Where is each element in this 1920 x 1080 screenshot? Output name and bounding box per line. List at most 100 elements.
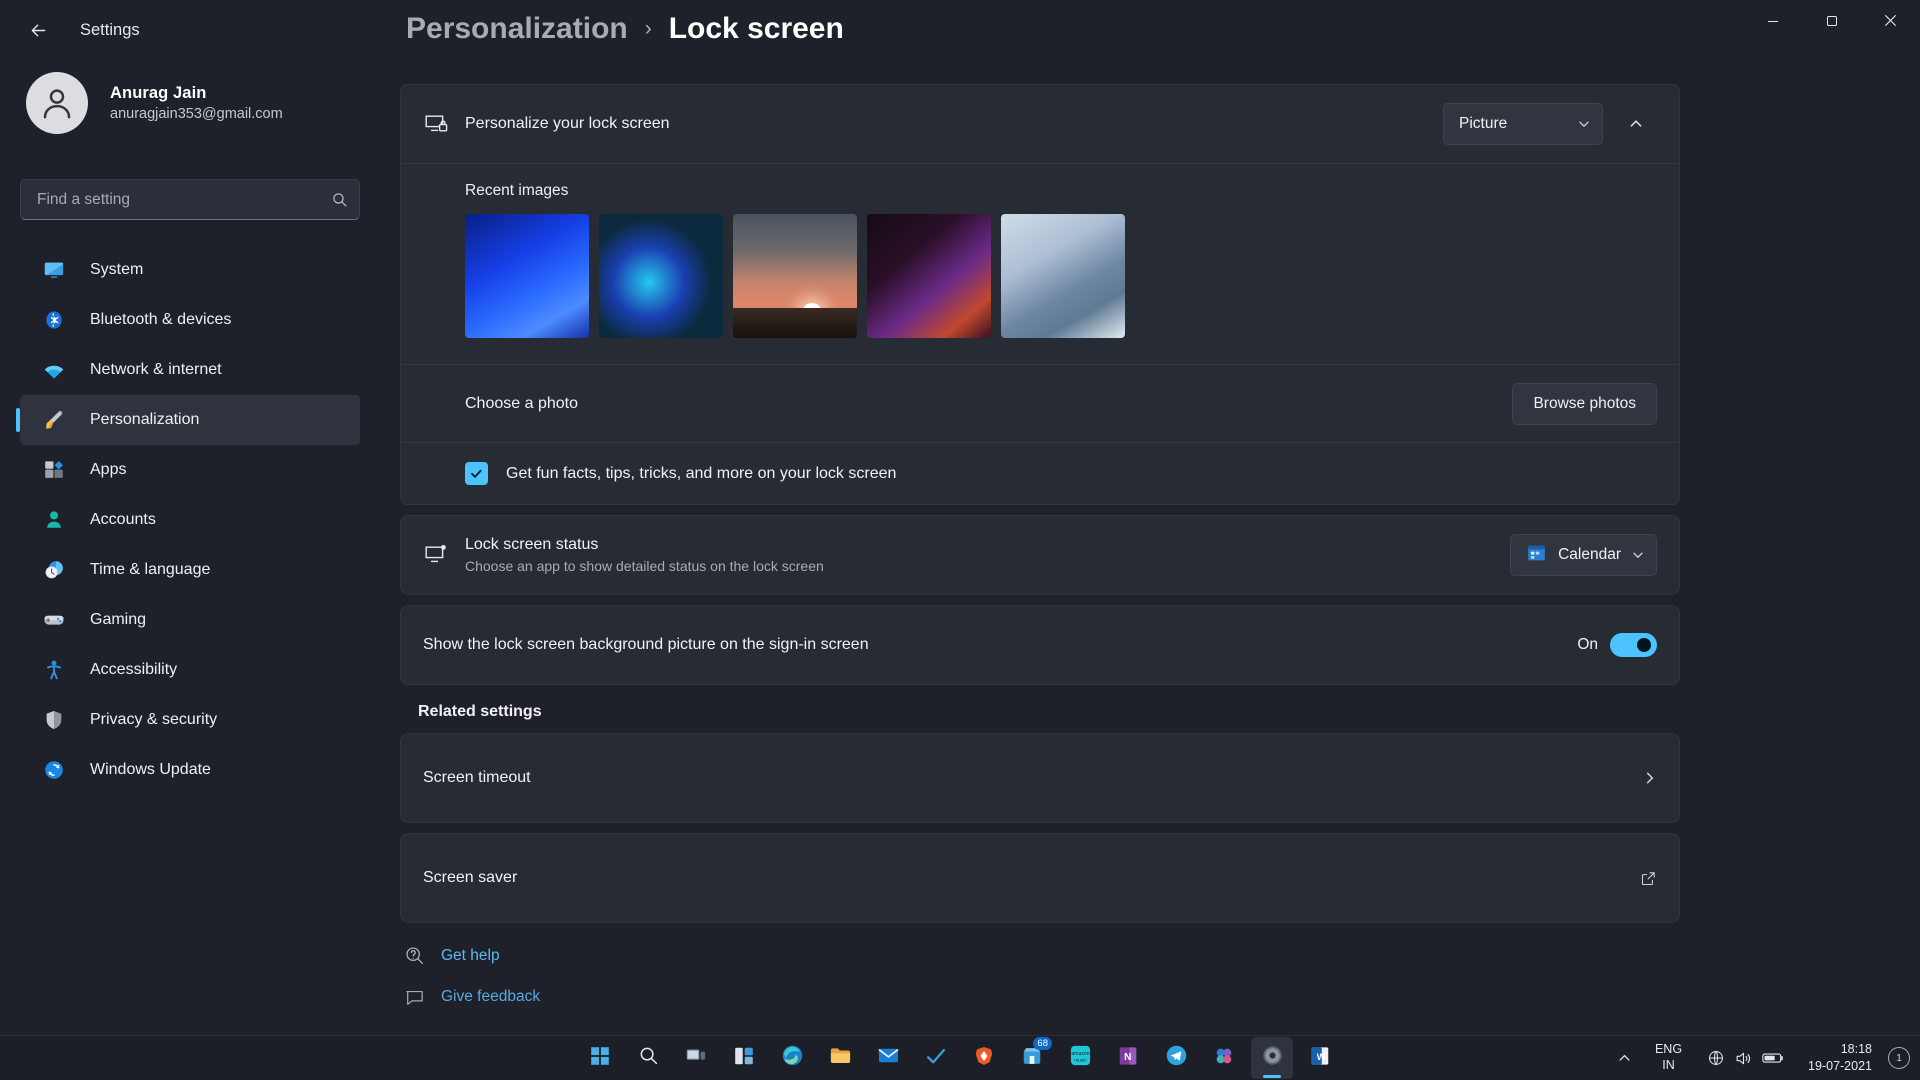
network-globe-icon (1707, 1049, 1725, 1067)
recent-images-label: Recent images (465, 182, 1657, 200)
mail-button[interactable] (867, 1037, 909, 1079)
get-help-link[interactable]: Get help (404, 945, 1680, 966)
recent-image-thumbnail[interactable] (599, 214, 723, 338)
search-icon (319, 191, 359, 208)
lock-screen-type-dropdown[interactable]: Picture (1443, 103, 1603, 145)
window-title: Settings (80, 21, 140, 40)
sidebar-item-label: Time & language (90, 561, 210, 579)
browse-photos-button[interactable]: Browse photos (1512, 383, 1657, 425)
task-view-button[interactable] (675, 1037, 717, 1079)
sidebar-item-label: Accessibility (90, 661, 177, 679)
back-arrow-icon (28, 20, 49, 41)
sidebar-item-apps[interactable]: Apps (20, 445, 360, 495)
tray-expand-button[interactable] (1612, 1043, 1638, 1073)
tray-icons-group[interactable] (1699, 1045, 1792, 1072)
chevron-right-icon (1643, 771, 1657, 785)
clock[interactable]: 18:18 19-07-2021 (1802, 1038, 1878, 1078)
sidebar-item-personalization[interactable]: Personalization (20, 395, 360, 445)
maximize-icon (1826, 15, 1838, 27)
sidebar-item-label: Accounts (90, 511, 156, 529)
window-controls (1743, 0, 1920, 60)
telegram-button[interactable] (1155, 1037, 1197, 1079)
edge-button[interactable] (771, 1037, 813, 1079)
personalize-lock-screen-card: Personalize your lock screen Picture Rec… (400, 84, 1680, 505)
windows-logo-icon (589, 1045, 611, 1072)
lock-status-subtitle: Choose an app to show detailed status on… (465, 558, 1510, 574)
store-button[interactable]: 68 (1011, 1037, 1053, 1079)
davinci-resolve-icon (1213, 1045, 1235, 1072)
amazon-music-button[interactable]: amazonmusic (1059, 1037, 1101, 1079)
search-input[interactable] (21, 191, 319, 209)
back-button[interactable] (16, 13, 60, 47)
shore-band (733, 308, 857, 338)
lock-status-title: Lock screen status (465, 536, 1510, 554)
start-button[interactable] (579, 1037, 621, 1079)
search-icon (638, 1045, 659, 1071)
sidebar-item-label: Gaming (90, 611, 146, 629)
shield-icon (42, 708, 66, 732)
todo-button[interactable] (915, 1037, 957, 1079)
search-button[interactable] (627, 1037, 669, 1079)
close-button[interactable] (1861, 0, 1920, 41)
dropdown-value: Calendar (1558, 546, 1621, 564)
accessibility-person-icon (42, 658, 66, 682)
sidebar-item-accessibility[interactable]: Accessibility (20, 645, 360, 695)
calendar-icon (1526, 542, 1547, 568)
lock-screen-status-card[interactable]: Lock screen status Choose an app to show… (400, 515, 1680, 595)
file-explorer-button[interactable] (819, 1037, 861, 1079)
lock-status-app-dropdown[interactable]: Calendar (1510, 534, 1657, 576)
sidebar-item-bluetooth-devices[interactable]: Bluetooth & devices (20, 295, 360, 345)
widgets-button[interactable] (723, 1037, 765, 1079)
svg-text:W: W (1317, 1051, 1326, 1061)
recent-image-thumbnail[interactable] (1001, 214, 1125, 338)
title-bar: Settings (0, 0, 1920, 60)
sidebar: Anurag Jain anuragjain353@gmail.com Syst… (0, 0, 400, 1035)
settings-gear-icon (1261, 1044, 1284, 1072)
sidebar-item-privacy-security[interactable]: Privacy & security (20, 695, 360, 745)
notification-badge[interactable]: 1 (1888, 1047, 1910, 1069)
recent-image-thumbnail[interactable] (733, 214, 857, 338)
maximize-button[interactable] (1802, 0, 1861, 41)
personalize-header-row: Personalize your lock screen Picture (401, 85, 1679, 163)
word-button[interactable]: W (1299, 1037, 1341, 1079)
signin-background-toggle[interactable] (1610, 633, 1657, 657)
search-box[interactable] (20, 179, 360, 220)
sidebar-item-windows-update[interactable]: Windows Update (20, 745, 360, 795)
update-refresh-icon (42, 758, 66, 782)
screen-saver-card[interactable]: Screen saver (400, 833, 1680, 923)
language-indicator[interactable]: ENG IN (1648, 1039, 1689, 1076)
taskbar-items: 68 amazonmusic N W (579, 1037, 1341, 1079)
collapse-section-button[interactable] (1615, 103, 1657, 145)
recent-image-thumbnail[interactable] (867, 214, 991, 338)
personalize-title: Personalize your lock screen (465, 115, 1443, 133)
give-feedback-link[interactable]: Give feedback (404, 988, 1680, 1006)
task-view-icon (685, 1045, 707, 1072)
onenote-icon: N (1117, 1045, 1139, 1072)
sidebar-item-label: System (90, 261, 143, 279)
fun-facts-checkbox[interactable] (465, 462, 488, 485)
amazon-music-icon: amazonmusic (1069, 1044, 1092, 1072)
fun-facts-row[interactable]: Get fun facts, tips, tricks, and more on… (401, 442, 1679, 504)
related-settings-header: Related settings (418, 703, 1680, 721)
davinci-resolve-button[interactable] (1203, 1037, 1245, 1079)
profile-email: anuragjain353@gmail.com (110, 106, 283, 122)
svg-text:N: N (1124, 1051, 1131, 1062)
sidebar-item-time-language[interactable]: Time & language (20, 545, 360, 595)
sidebar-item-label: Windows Update (90, 761, 211, 779)
sidebar-item-label: Bluetooth & devices (90, 311, 231, 329)
onenote-button[interactable]: N (1107, 1037, 1149, 1079)
svg-text:music: music (1074, 1057, 1087, 1063)
feedback-icon (404, 989, 425, 1006)
sidebar-item-system[interactable]: System (20, 245, 360, 295)
sidebar-item-label: Network & internet (90, 361, 222, 379)
brave-button[interactable] (963, 1037, 1005, 1079)
settings-button[interactable] (1251, 1037, 1293, 1079)
sidebar-item-accounts[interactable]: Accounts (20, 495, 360, 545)
screen-timeout-card[interactable]: Screen timeout (400, 733, 1680, 823)
minimize-button[interactable] (1743, 0, 1802, 41)
recent-image-thumbnail[interactable] (465, 214, 589, 338)
sidebar-item-gaming[interactable]: Gaming (20, 595, 360, 645)
speaker-icon (1734, 1049, 1753, 1068)
sidebar-item-network-internet[interactable]: Network & internet (20, 345, 360, 395)
user-profile[interactable]: Anurag Jain anuragjain353@gmail.com (26, 72, 283, 134)
